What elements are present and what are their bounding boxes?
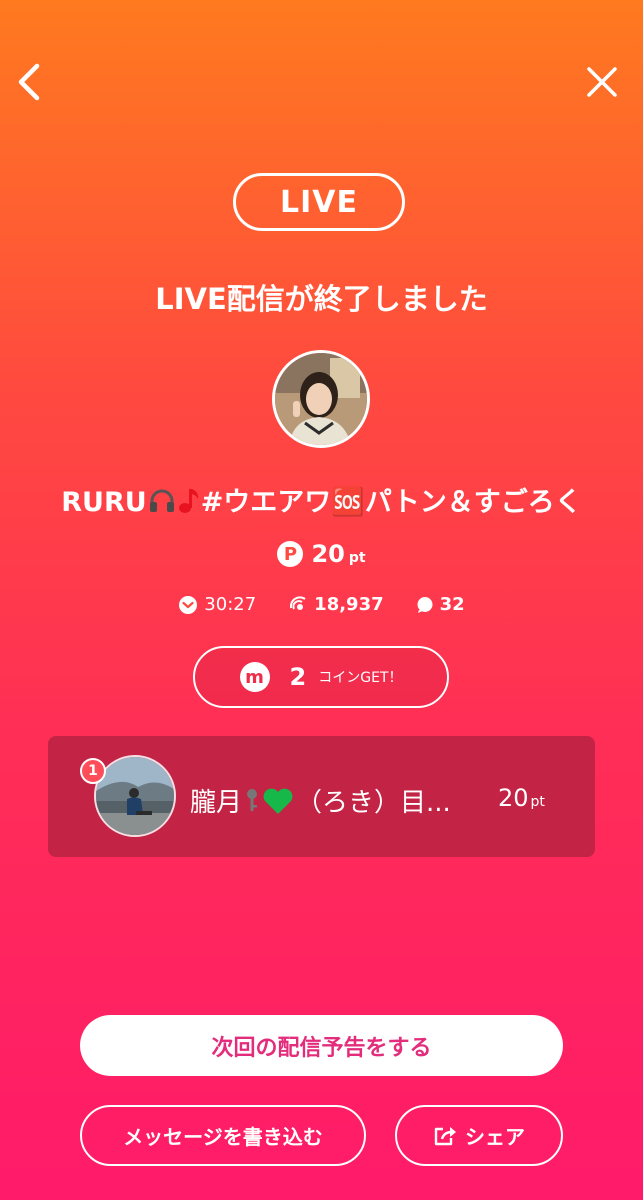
music-note-icon xyxy=(178,489,198,513)
ranker-name-start: 朧月 xyxy=(190,788,243,818)
ranker-points: 20 pt xyxy=(498,784,545,812)
ranking-card[interactable]: 1 朧月 （ろき）目... 20 pt xyxy=(48,736,595,857)
stream-title-prefix: RURU xyxy=(61,487,147,518)
stream-stats: 30:27 18,937 32 xyxy=(0,594,643,615)
streamer-avatar[interactable] xyxy=(272,350,370,448)
share-button[interactable]: シェア xyxy=(395,1105,563,1166)
next-stream-announce-button[interactable]: 次回の配信予告をする xyxy=(80,1015,563,1076)
coin-count: 2 xyxy=(289,663,307,691)
ranker-points-value: 20 xyxy=(498,784,529,812)
write-message-button[interactable]: メッセージを書き込む xyxy=(80,1105,366,1166)
share-icon xyxy=(434,1126,456,1145)
close-button[interactable] xyxy=(578,58,626,106)
comments-value: 32 xyxy=(439,594,465,615)
viewers-stat: 18,937 xyxy=(288,594,384,615)
points-icon: P xyxy=(277,541,304,567)
stream-title-suffix: #ウエアワ🆘パトン＆すごろく xyxy=(200,487,582,518)
comments-stat: 32 xyxy=(416,594,465,615)
coin-earned-box: m 2 コインGET！ xyxy=(193,646,449,708)
streamer-avatar-photo xyxy=(275,353,367,445)
viewers-value: 18,937 xyxy=(314,594,384,615)
headphones-icon xyxy=(149,489,174,512)
stream-points: P 20 pt xyxy=(0,540,643,568)
duration-stat: 30:27 xyxy=(178,594,256,615)
back-button[interactable] xyxy=(6,58,54,106)
ranker-avatar-photo xyxy=(96,757,174,835)
ranker-points-unit: pt xyxy=(530,794,545,810)
ranker-name-end: （ろき）目... xyxy=(296,788,451,818)
points-value: 20 xyxy=(311,540,345,568)
duration-value: 30:27 xyxy=(204,594,257,615)
points-unit: pt xyxy=(348,550,366,566)
coin-icon: m xyxy=(239,662,270,692)
rank-badge: 1 xyxy=(80,758,106,784)
comment-bubble-icon xyxy=(417,596,433,613)
ranker-name: 朧月 （ろき）目... xyxy=(190,782,451,819)
clock-icon xyxy=(179,595,198,614)
close-icon xyxy=(587,67,617,97)
live-badge: LIVE xyxy=(233,173,405,231)
key-icon xyxy=(247,788,258,811)
ranker-avatar[interactable] xyxy=(94,755,176,837)
chevron-left-icon xyxy=(18,63,40,101)
coin-label: コインGET！ xyxy=(318,670,403,686)
stream-ended-title: LIVE配信が終了しました xyxy=(155,282,488,316)
green-heart-icon xyxy=(263,788,293,814)
stream-title: RURU #ウエアワ🆘パトン＆すごろく xyxy=(0,480,643,519)
share-label: シェア xyxy=(465,1125,525,1149)
viewers-icon xyxy=(290,595,306,610)
